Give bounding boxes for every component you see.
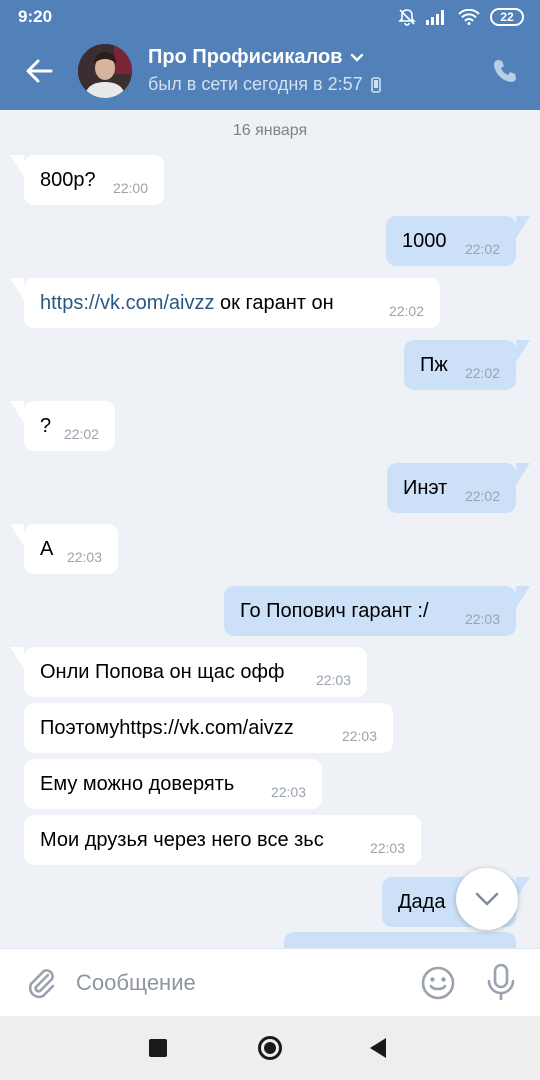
message-text: Ему можно доверять — [40, 772, 235, 795]
message-text: Го Попович гарант :/ — [240, 599, 429, 622]
system-back-button[interactable] — [370, 1038, 386, 1058]
phone-icon — [494, 60, 516, 82]
signal-icon — [426, 10, 444, 25]
date-separator: 16 января — [232, 122, 308, 139]
chevron-down-icon — [475, 892, 499, 906]
message-incoming[interactable]: Поэтомуhttps://vk.com/aivzz 22:03 — [24, 703, 393, 753]
message-incoming[interactable]: Мои друзья через него все зьс 22:03 — [24, 815, 421, 865]
message-text: Инэт — [403, 476, 448, 499]
message-outgoing[interactable]: Го Попович гарант :/ 22:03 — [224, 586, 530, 636]
call-button[interactable] — [492, 58, 522, 88]
message-time: 22:02 — [464, 488, 500, 504]
message-text: Дада — [398, 890, 446, 913]
smile-icon — [421, 966, 455, 1000]
message-incoming[interactable]: https://vk.com/aivzz ок гарант он 22:02 — [10, 278, 440, 328]
message-text: ? — [40, 414, 52, 437]
message-text: Поэтомуhttps://vk.com/aivzz — [40, 716, 294, 739]
emoji-button[interactable] — [420, 965, 456, 1001]
message-time: 22:03 — [315, 672, 351, 688]
status-icons: 22 — [398, 7, 524, 27]
message-incoming[interactable]: А 22:03 — [10, 524, 118, 574]
contact-name-text: Про Профисикалов — [148, 46, 343, 68]
mute-bell-icon — [398, 9, 416, 26]
avatar-image — [78, 44, 132, 98]
message-text-rest: ок гарант он — [214, 291, 334, 314]
mobile-icon — [370, 76, 381, 93]
last-seen-text: был в сети сегодня в 2:57 — [148, 74, 363, 94]
message-text: Онли Попова он щас офф — [40, 660, 285, 683]
message-time: 22:03 — [66, 549, 102, 565]
message-outgoing[interactable]: 1000 22:02 — [386, 216, 530, 266]
message-text: Пж — [420, 353, 448, 376]
status-time: 9:20 — [18, 7, 53, 26]
message-outgoing[interactable]: Инэт 22:02 — [387, 463, 530, 513]
message-time: 22:02 — [464, 241, 500, 257]
message-time: 22:03 — [464, 611, 500, 627]
chevron-down-icon — [351, 53, 364, 62]
message-incoming[interactable]: Онли Попова он щас офф 22:03 — [10, 647, 367, 697]
status-bar: 9:20 22 — [0, 0, 540, 34]
message-text: А — [40, 537, 54, 560]
scroll-down-button[interactable] — [456, 868, 518, 930]
message-text: Мои друзья через него все зьс — [40, 828, 324, 851]
microphone-icon — [487, 963, 515, 1001]
back-button[interactable] — [20, 52, 58, 90]
chat-header: 9:20 22 Про Профисикалов был в сети сего… — [0, 0, 540, 110]
message-time: 22:02 — [388, 303, 424, 319]
message-text: 800р? — [40, 168, 96, 191]
message-incoming[interactable]: Ему можно доверять 22:03 — [24, 759, 322, 809]
message-outgoing[interactable]: Пж 22:02 — [404, 340, 530, 390]
battery-icon: 22 — [490, 8, 524, 26]
message-text: 1000 — [402, 229, 447, 252]
message-composer — [0, 948, 540, 1016]
voice-message-button[interactable] — [484, 963, 518, 1001]
recent-apps-button[interactable] — [149, 1039, 167, 1057]
home-button[interactable] — [258, 1036, 282, 1060]
arrow-left-icon — [26, 59, 53, 83]
wifi-icon — [458, 9, 480, 25]
message-incoming[interactable]: ? 22:02 — [10, 401, 115, 451]
attach-button[interactable] — [24, 965, 58, 999]
message-incoming[interactable]: 800р? 22:00 — [10, 155, 164, 205]
message-link[interactable]: https://vk.com/aivzz — [40, 292, 215, 314]
avatar[interactable] — [78, 44, 132, 98]
navigation-bar — [0, 1016, 540, 1080]
message-time: 22:03 — [270, 784, 306, 800]
message-outgoing-partial[interactable] — [284, 932, 516, 948]
paperclip-icon — [28, 969, 55, 999]
last-seen: был в сети сегодня в 2:57 — [148, 74, 381, 95]
message-text: https://vk.com/aivzz ок гарант он — [40, 292, 334, 315]
message-time: 22:00 — [112, 180, 148, 196]
message-time: 22:02 — [63, 426, 99, 442]
message-time: 22:02 — [464, 365, 500, 381]
message-input[interactable] — [76, 963, 396, 1003]
message-time: 22:03 — [369, 840, 405, 856]
contact-name[interactable]: Про Профисикалов — [148, 46, 364, 69]
message-time: 22:03 — [341, 728, 377, 744]
